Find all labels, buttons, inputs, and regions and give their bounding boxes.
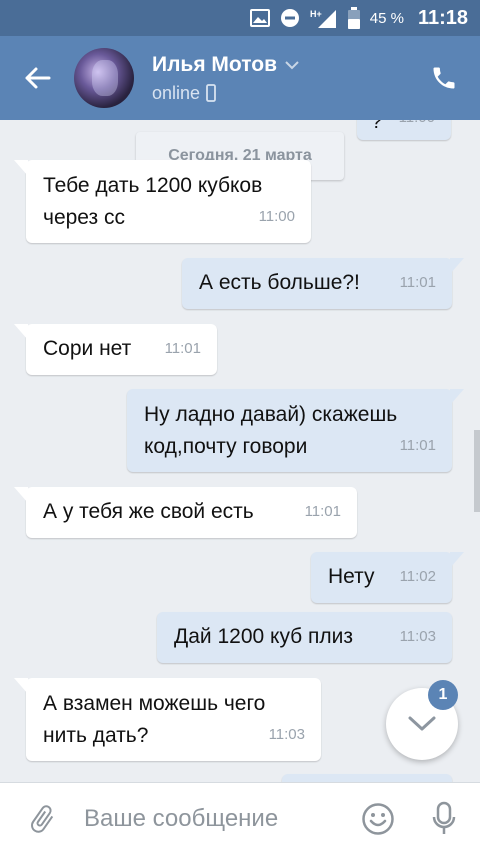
battery-percent: 45 % bbox=[369, 9, 404, 27]
chat-header: Илья Мотов online bbox=[0, 36, 480, 120]
message-bubble-outgoing[interactable]: А есть больше?! 11:01 bbox=[182, 258, 464, 309]
message-bubble-outgoing[interactable]: ? 11:00 bbox=[357, 120, 451, 140]
message-time: 11:01 bbox=[304, 503, 341, 520]
message-text: Ну ладно давай) скажешь код,почту говори bbox=[144, 403, 398, 458]
message-bubble-incoming[interactable]: А взамен можешь чего нить дать? 11:03 bbox=[14, 678, 321, 761]
message-list[interactable]: ? 11:00 Сегодня, 21 марта Тебе дать 1200… bbox=[0, 120, 480, 782]
image-icon bbox=[249, 9, 270, 27]
chevron-down-icon bbox=[408, 716, 436, 731]
message-bubble-outgoing[interactable]: Ну ладно давай) скажешь код,почту говори… bbox=[127, 389, 464, 472]
message-time: 11:03 bbox=[399, 628, 436, 645]
status-bar: H+ 45 % 11:18 bbox=[0, 0, 480, 36]
dnd-icon bbox=[280, 8, 300, 28]
emoji-icon bbox=[362, 802, 394, 835]
message-text: А взамен можешь чего нить дать? bbox=[43, 692, 266, 747]
clock: 11:18 bbox=[417, 6, 468, 29]
message-bubble-outgoing[interactable]: Дай 1200 куб плиз 11:03 bbox=[157, 612, 452, 663]
message-text: А есть больше?! bbox=[199, 271, 360, 294]
message-text: Нету bbox=[328, 565, 375, 588]
attach-button[interactable] bbox=[0, 801, 84, 837]
online-status: online bbox=[152, 82, 201, 103]
message-text: Сори нет bbox=[43, 337, 132, 360]
message-text: ? bbox=[371, 120, 383, 133]
voice-message-button[interactable] bbox=[408, 801, 480, 837]
message-bubble-incoming[interactable]: А у тебя же свой есть 11:01 bbox=[14, 487, 357, 538]
message-time: 11:00 bbox=[258, 208, 295, 225]
message-input[interactable]: Ваше сообщение bbox=[84, 805, 348, 833]
message-bubble-incoming[interactable]: Сори нет 11:01 bbox=[14, 324, 217, 375]
message-bubble-outgoing[interactable] bbox=[282, 774, 452, 782]
back-button[interactable] bbox=[0, 36, 74, 120]
message-time: 11:01 bbox=[164, 340, 201, 357]
message-time: 11:01 bbox=[399, 274, 436, 291]
contact-name: Илья Мотов bbox=[152, 52, 277, 76]
message-time: 11:01 bbox=[399, 437, 436, 454]
message-bubble-outgoing[interactable]: Нету 11:02 bbox=[311, 552, 464, 603]
message-composer: Ваше сообщение bbox=[0, 782, 480, 854]
message-text: Дай 1200 куб плиз bbox=[174, 625, 354, 648]
emoji-button[interactable] bbox=[348, 802, 408, 836]
message-time: 11:03 bbox=[268, 726, 305, 743]
scrollbar-thumb[interactable] bbox=[474, 430, 480, 512]
paperclip-icon bbox=[31, 804, 54, 833]
microphone-icon bbox=[432, 801, 456, 834]
message-text: А у тебя же свой есть bbox=[43, 500, 254, 523]
phone-icon bbox=[433, 67, 455, 89]
avatar[interactable] bbox=[74, 48, 134, 108]
chevron-down-icon bbox=[285, 60, 299, 69]
back-arrow-icon bbox=[25, 67, 51, 89]
signal-icon: H+ bbox=[310, 8, 338, 28]
message-time: 11:00 bbox=[399, 120, 435, 134]
message-time: 11:02 bbox=[399, 568, 436, 585]
contact-info[interactable]: Илья Мотов online bbox=[152, 53, 414, 104]
unread-badge: 1 bbox=[428, 680, 458, 710]
network-type: H+ bbox=[310, 9, 322, 19]
battery-icon bbox=[347, 7, 360, 29]
message-bubble-incoming[interactable]: Тебе дать 1200 кубков через сс 11:00 bbox=[14, 160, 311, 243]
call-button[interactable] bbox=[414, 36, 474, 120]
mobile-device-icon bbox=[206, 84, 216, 102]
message-text: Тебе дать 1200 кубков через сс bbox=[43, 174, 263, 229]
